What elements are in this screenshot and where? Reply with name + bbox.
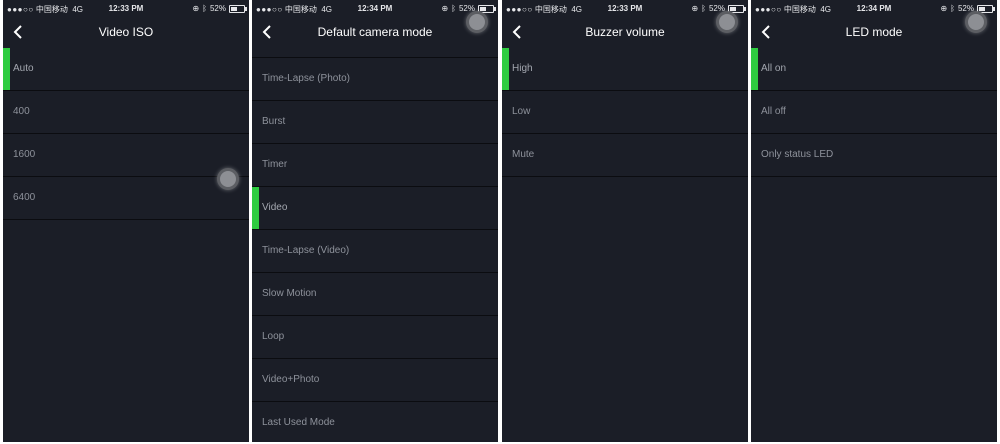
selected-indicator: [3, 48, 10, 90]
list-item[interactable]: 6400: [3, 177, 249, 220]
list-item[interactable]: Auto: [3, 48, 249, 91]
list-item-label: Last Used Mode: [262, 417, 335, 428]
list-item-label: Mute: [512, 149, 535, 160]
list-item[interactable]: Time-Lapse (Video): [252, 230, 498, 273]
battery-fill: [979, 6, 985, 11]
status-right: ⊕ ᛒ 52%: [940, 4, 995, 13]
panel-buzzer-volume: ●●●○○ 中国移动 4G 12:33 PM ⊕ ᛒ 52% Buzzer vo…: [502, 0, 748, 442]
option-list: High Low Mute: [502, 48, 748, 177]
bluetooth-icon: ᛒ: [950, 4, 955, 13]
panel-led-mode: ●●●○○ 中国移动 4G 12:34 PM ⊕ ᛒ 52% LED mode …: [751, 0, 997, 442]
list-item-label: Timer: [262, 159, 288, 170]
page-title: Default camera mode: [317, 25, 433, 39]
list-item[interactable]: Slow Motion: [252, 273, 498, 316]
selected-indicator: [751, 48, 758, 90]
list-item-label: All off: [761, 106, 786, 117]
bluetooth-icon: ᛒ: [202, 4, 207, 13]
list-item-label: Slow Motion: [262, 288, 317, 299]
page-title: Buzzer volume: [585, 25, 665, 39]
page-title: Video ISO: [98, 25, 154, 39]
battery-icon: [229, 4, 247, 13]
page-title: LED mode: [845, 25, 903, 39]
list-item-label: Video+Photo: [262, 374, 320, 385]
rotation-lock-icon: ⊕: [441, 4, 449, 13]
bluetooth-icon: ᛒ: [451, 4, 456, 13]
bluetooth-icon: ᛒ: [701, 4, 706, 13]
status-bar: ●●●○○ 中国移动 4G 12:33 PM ⊕ ᛒ 52%: [502, 0, 748, 17]
list-item[interactable]: 400: [3, 91, 249, 134]
status-bar: ●●●○○ 中国移动 4G 12:34 PM ⊕ ᛒ 52%: [252, 0, 498, 17]
list-item[interactable]: Burst: [252, 101, 498, 144]
list-item[interactable]: Timer: [252, 144, 498, 187]
list-item-label: 400: [13, 106, 30, 117]
list-item-label: Only status LED: [761, 149, 834, 160]
list-item-label: All on: [761, 63, 787, 74]
option-list: All on All off Only status LED: [751, 48, 997, 177]
list-item-label: 1600: [13, 149, 36, 160]
nav-bar: LED mode: [751, 17, 997, 47]
assistive-touch-button[interactable]: [217, 168, 239, 190]
status-right: ⊕ ᛒ 52%: [691, 4, 746, 13]
list-item-label: Time-Lapse (Video): [262, 245, 350, 256]
list-item-label: Auto: [13, 63, 34, 74]
battery-percent: 52%: [209, 4, 226, 13]
screenshot-strip: ●●●○○ 中国移动 4G 12:33 PM ⊕ ᛒ 52% Video ISO…: [0, 0, 1000, 444]
list-item[interactable]: Low: [502, 91, 748, 134]
battery-fill: [480, 6, 486, 11]
rotation-lock-icon: ⊕: [691, 4, 699, 13]
list-item-label: Time-Lapse (Photo): [262, 73, 350, 84]
list-item[interactable]: 1600: [3, 134, 249, 177]
list-item[interactable]: High: [502, 48, 748, 91]
rotation-lock-icon: ⊕: [192, 4, 200, 13]
status-right: ⊕ ᛒ 52%: [192, 4, 247, 13]
selected-indicator: [502, 48, 509, 90]
list-item[interactable]: Mute: [502, 134, 748, 177]
battery-fill: [730, 6, 736, 11]
panel-default-camera-mode: ●●●○○ 中国移动 4G 12:34 PM ⊕ ᛒ 52% Default c…: [252, 0, 498, 442]
battery-fill: [231, 6, 237, 11]
status-right: ⊕ ᛒ 52%: [441, 4, 496, 13]
option-list: Time-Lapse (Photo) Burst Timer Video Time-La…: [252, 57, 498, 442]
list-item[interactable]: Last Used Mode: [252, 402, 498, 442]
list-item-label: Low: [512, 106, 531, 117]
list-item[interactable]: Video+Photo: [252, 359, 498, 402]
list-item[interactable]: Only status LED: [751, 134, 997, 177]
list-item[interactable]: Loop: [252, 316, 498, 359]
status-bar: ●●●○○ 中国移动 4G 12:34 PM ⊕ ᛒ 52%: [751, 0, 997, 17]
panel-video-iso: ●●●○○ 中国移动 4G 12:33 PM ⊕ ᛒ 52% Video ISO…: [3, 0, 249, 442]
list-item[interactable]: All on: [751, 48, 997, 91]
list-item-label: Burst: [262, 116, 286, 127]
nav-bar: Buzzer volume: [502, 17, 748, 47]
list-item-label: 6400: [13, 192, 36, 203]
rotation-lock-icon: ⊕: [940, 4, 948, 13]
option-list: Auto 400 1600 6400: [3, 48, 249, 220]
list-item[interactable]: Video: [252, 187, 498, 230]
list-item[interactable]: Time-Lapse (Photo): [252, 58, 498, 101]
nav-bar: Video ISO: [3, 17, 249, 47]
list-item-label: High: [512, 63, 533, 74]
assistive-touch-button[interactable]: [965, 11, 987, 33]
assistive-touch-button[interactable]: [466, 11, 488, 33]
status-bar: ●●●○○ 中国移动 4G 12:33 PM ⊕ ᛒ 52%: [3, 0, 249, 17]
selected-indicator: [252, 187, 259, 229]
list-item-label: Loop: [262, 331, 285, 342]
assistive-touch-button[interactable]: [716, 11, 738, 33]
list-item-label: Video: [262, 202, 288, 213]
nav-bar: Default camera mode: [252, 17, 498, 47]
list-item[interactable]: All off: [751, 91, 997, 134]
